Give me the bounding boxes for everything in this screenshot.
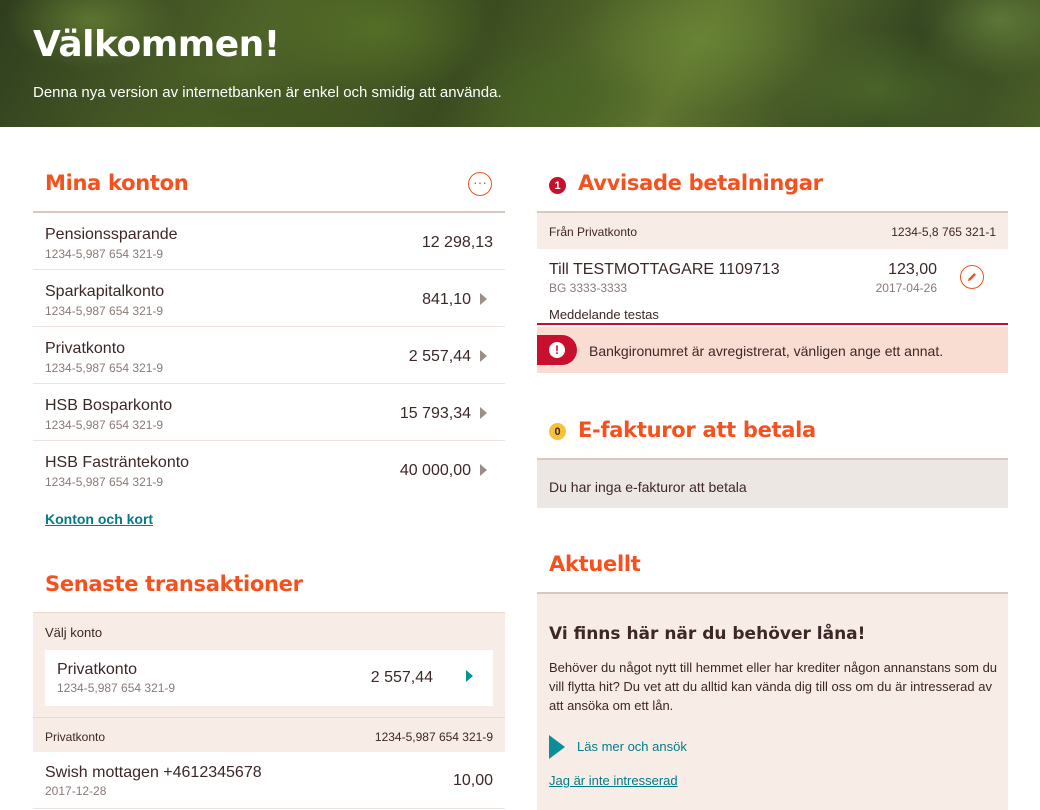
select-account-label: Välj konto: [45, 625, 103, 640]
einvoices-panel: Du har inga e-fakturor att betala: [537, 458, 1008, 508]
account-number: 1234-5,987 654 321-9: [45, 304, 164, 318]
account-balance: 841,10: [422, 291, 471, 308]
error-text: Bankgironumret är avregistrerat, vänlige…: [589, 343, 944, 359]
account-list: Pensionssparande 1234-5,987 654 321-9 12…: [33, 211, 505, 498]
rejected-bankgiro: BG 3333-3333: [549, 281, 628, 295]
rejected-message: Meddelande testas: [549, 307, 659, 322]
rejected-payments-title: Avvisade betalningar: [578, 171, 823, 195]
transactions-header: Privatkonto 1234-5,987 654 321-9: [33, 717, 505, 753]
account-balance: 2 557,44: [408, 348, 471, 365]
account-row[interactable]: Sparkapitalkonto 1234-5,987 654 321-9 84…: [33, 270, 505, 327]
rejected-recipient: Till TESTMOTTAGARE 1109713: [549, 261, 780, 278]
transactions-panel: Välj konto Privatkonto 1234-5,987 654 32…: [33, 612, 505, 752]
hero-banner: Välkommen! Denna nya version av internet…: [0, 0, 1040, 127]
selected-account-number: 1234-5,987 654 321-9: [57, 681, 176, 695]
news-section-title: Aktuellt: [549, 552, 641, 576]
chevron-right-icon: [480, 293, 487, 305]
account-row[interactable]: HSB Bosparkonto 1234-5,987 654 321-9 15 …: [33, 384, 505, 441]
transaction-row[interactable]: Swish mottagen +4612345678 2017-12-28 10…: [33, 752, 505, 809]
account-selector[interactable]: Privatkonto 1234-5,987 654 321-9 2 557,4…: [45, 650, 493, 706]
account-name: HSB Fasträntekonto: [45, 454, 190, 471]
chevron-right-icon: [466, 670, 473, 682]
transaction-amount: 10,00: [452, 772, 493, 789]
ellipsis-icon: ···: [473, 174, 487, 190]
more-options-button[interactable]: ···: [468, 172, 492, 196]
rejected-header: Från Privatkonto 1234-5,8 765 321-1: [537, 211, 1008, 249]
edit-payment-button[interactable]: [960, 265, 984, 289]
account-name: Sparkapitalkonto: [45, 283, 165, 300]
einvoice-count-badge: 0: [549, 423, 566, 440]
accounts-and-cards-link[interactable]: Konton och kort: [45, 511, 153, 527]
rejected-from-number: 1234-5,8 765 321-1: [891, 225, 996, 239]
selected-account-balance: 2 557,44: [370, 669, 433, 686]
rejected-payment-item: Till TESTMOTTAGARE 1109713 BG 3333-3333 …: [537, 249, 1008, 325]
account-row[interactable]: Pensionssparande 1234-5,987 654 321-9 12…: [33, 213, 505, 270]
news-headline: Vi finns här när du behöver låna!: [549, 624, 866, 644]
read-more-label: Läs mer och ansök: [577, 739, 687, 754]
account-row[interactable]: Privatkonto 1234-5,987 654 321-9 2 557,4…: [33, 327, 505, 384]
not-interested-link[interactable]: Jag är inte intresserad: [549, 773, 678, 788]
rejected-from-account: Från Privatkonto: [549, 225, 638, 239]
chevron-right-icon: [480, 350, 487, 362]
pencil-icon: [968, 273, 976, 281]
play-arrow-icon: [549, 735, 565, 759]
account-name: Pensionssparande: [45, 226, 178, 243]
hero-title: Välkommen!: [33, 24, 280, 65]
transactions-title: Senaste transaktioner: [45, 572, 303, 596]
account-number: 1234-5,987 654 321-9: [45, 361, 164, 375]
account-name: Privatkonto: [45, 340, 126, 357]
chevron-right-icon: [480, 407, 487, 419]
transactions-account: Privatkonto: [45, 730, 106, 744]
account-number: 1234-5,987 654 321-9: [45, 247, 164, 261]
hero-subtitle: Denna nya version av internetbanken är e…: [33, 84, 502, 101]
my-accounts-title: Mina konton: [45, 171, 189, 195]
account-balance: 40 000,00: [399, 462, 471, 479]
error-icon: !: [537, 335, 577, 365]
account-row[interactable]: HSB Fasträntekonto 1234-5,987 654 321-9 …: [33, 441, 505, 498]
transaction-name: Swish mottagen +4612345678: [45, 764, 262, 781]
transactions-account-number: 1234-5,987 654 321-9: [374, 730, 493, 744]
error-alert: ! Bankgironumret är avregistrerat, vänli…: [537, 327, 1008, 373]
rejected-count-badge: 1: [549, 177, 566, 194]
einvoices-empty-text: Du har inga e-fakturor att betala: [549, 479, 747, 495]
news-card: Vi finns här när du behöver låna! Behöve…: [537, 594, 1008, 810]
transaction-date: 2017-12-28: [45, 784, 107, 798]
account-balance: 12 298,13: [421, 234, 493, 251]
einvoices-title: E-fakturor att betala: [578, 418, 816, 442]
account-name: HSB Bosparkonto: [45, 397, 173, 414]
rejected-date: 2017-04-26: [875, 281, 937, 295]
rejected-amount: 123,00: [888, 261, 937, 278]
account-number: 1234-5,987 654 321-9: [45, 418, 164, 432]
news-body: Behöver du något nytt till hemmet eller …: [549, 660, 998, 713]
selected-account-name: Privatkonto: [57, 661, 138, 678]
account-balance: 15 793,34: [399, 405, 471, 422]
account-number: 1234-5,987 654 321-9: [45, 475, 164, 489]
chevron-right-icon: [480, 464, 487, 476]
